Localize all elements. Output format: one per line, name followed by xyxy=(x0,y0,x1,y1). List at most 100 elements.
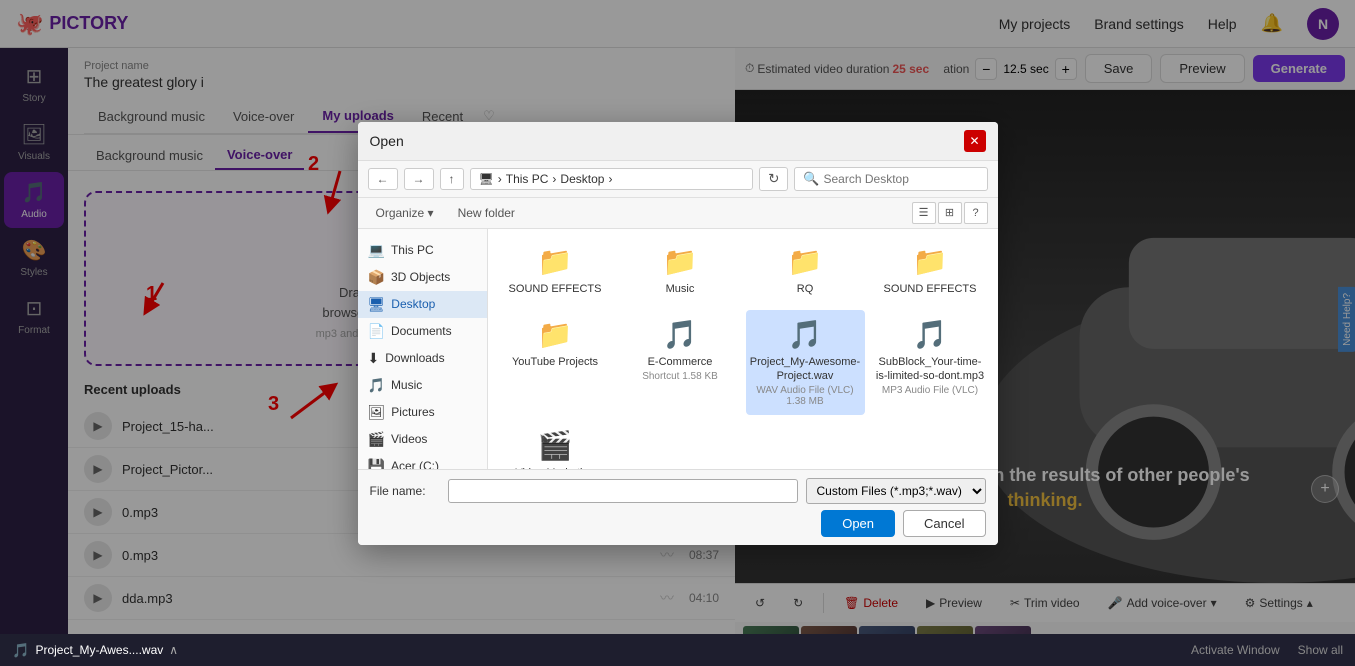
breadcrumb-sep2: › xyxy=(552,172,556,186)
file-name-rq: RQ xyxy=(797,282,814,296)
file-name-subblock: SubBlock_Your-time-is-limited-so-dont.mp… xyxy=(875,355,986,384)
file-item-project-wav[interactable]: 🎵 Project_My-Awesome-Project.wav WAV Aud… xyxy=(746,310,865,416)
acerc-icon: 💾 xyxy=(368,458,385,469)
dialog-overlay: Open ✕ ← → ↑ 🖥 › This PC › Desktop › ↻ 🔍 xyxy=(0,0,1355,666)
file-meta-subblock: MP3 Audio File (VLC) xyxy=(882,385,978,396)
audio-icon-3: 🎵 xyxy=(913,318,948,351)
thispc-icon: 💻 xyxy=(368,242,385,259)
back-button[interactable]: ← xyxy=(368,168,398,190)
desktop-label: Desktop xyxy=(391,297,435,311)
3dobjects-icon: 📦 xyxy=(368,269,385,286)
dialog-options-row: Organize ▾ New folder ☰ ⊞ ? xyxy=(358,198,998,229)
sidebar-thispc[interactable]: 💻 This PC xyxy=(358,237,487,264)
documents-icon: 📄 xyxy=(368,323,385,340)
folder-icon: 📁 xyxy=(538,245,573,278)
dialog-titlebar: Open ✕ xyxy=(358,122,998,161)
dialog-cancel-button[interactable]: Cancel xyxy=(903,510,985,537)
file-item-subblock[interactable]: 🎵 SubBlock_Your-time-is-limited-so-dont.… xyxy=(871,310,990,416)
file-item-soundeffects2[interactable]: 📁 SOUND EFFECTS xyxy=(871,237,990,304)
videos-icon: 🎬 xyxy=(368,431,385,448)
folder-icon-2: 📁 xyxy=(663,245,698,278)
grid-view-button[interactable]: ⊞ xyxy=(938,202,962,224)
file-name-soundeffects2: SOUND EFFECTS xyxy=(884,282,977,296)
file-meta-ecommerce: Shortcut 1.58 KB xyxy=(642,371,718,382)
music-icon: 🎵 xyxy=(368,377,385,394)
search-icon: 🔍 xyxy=(803,171,819,187)
files-grid: 📁 SOUND EFFECTS 📁 Music 📁 RQ 📁 SOUND EFF… xyxy=(488,229,998,469)
forward-button[interactable]: → xyxy=(404,168,434,190)
breadcrumb-icon: 🖥 xyxy=(479,172,494,186)
filename-row: File name: Custom Files (*.mp3;*.wav) xyxy=(370,478,986,504)
help-button[interactable]: ? xyxy=(964,202,988,224)
status-chevron: ∧ xyxy=(169,643,178,657)
file-item-rq[interactable]: 📁 RQ xyxy=(746,237,865,304)
breadcrumb: 🖥 › This PC › Desktop › xyxy=(470,168,754,190)
pictures-label: Pictures xyxy=(391,405,434,419)
file-item-music[interactable]: 📁 Music xyxy=(621,237,740,304)
breadcrumb-sep3: › xyxy=(608,172,612,186)
acerc-label: Acer (C:) xyxy=(391,459,439,469)
audio-icon-1: 🎵 xyxy=(663,318,698,351)
file-item-videomarketing[interactable]: 🎬 Video Marketing Shortcut 1.53 KB xyxy=(496,421,615,468)
file-item-ecommerce[interactable]: 🎵 E-Commerce Shortcut 1.58 KB xyxy=(621,310,740,416)
file-name-project-wav: Project_My-Awesome-Project.wav xyxy=(750,355,861,384)
sidebar-pictures[interactable]: 🖼 Pictures xyxy=(358,399,487,426)
dialog-open-button[interactable]: Open xyxy=(821,510,895,537)
sidebar-3dobjects[interactable]: 📦 3D Objects xyxy=(358,264,487,291)
folder-icon-4: 📁 xyxy=(913,245,948,278)
sidebar-documents[interactable]: 📄 Documents xyxy=(358,318,487,345)
audio-icon-2: 🎵 xyxy=(788,318,823,351)
video-icon-1: 🎬 xyxy=(538,429,573,462)
search-box: 🔍 xyxy=(794,167,987,191)
file-name-music: Music xyxy=(666,282,695,296)
view-buttons: ☰ ⊞ ? xyxy=(912,202,988,224)
folder-icon-5: 📁 xyxy=(538,318,573,351)
file-name-videomarketing: Video Marketing xyxy=(515,466,594,468)
dialog-body: 💻 This PC 📦 3D Objects 🖥 Desktop 📄 Docum… xyxy=(358,229,998,469)
dialog-title: Open xyxy=(370,133,404,149)
folder-icon-3: 📁 xyxy=(788,245,823,278)
status-file-info: 🎵 Project_My-Awes....wav ∧ xyxy=(12,642,178,659)
sidebar-videos[interactable]: 🎬 Videos xyxy=(358,426,487,453)
videos-label: Videos xyxy=(391,432,427,446)
filename-input[interactable] xyxy=(448,479,798,503)
file-item-soundeffects[interactable]: 📁 SOUND EFFECTS xyxy=(496,237,615,304)
statusbar: 🎵 Project_My-Awes....wav ∧ Activate Wind… xyxy=(0,634,1355,666)
3dobjects-label: 3D Objects xyxy=(391,270,450,284)
dialog-toolbar: ← → ↑ 🖥 › This PC › Desktop › ↻ 🔍 xyxy=(358,161,998,198)
status-file-icon: 🎵 xyxy=(12,642,29,659)
sidebar-downloads[interactable]: ⬇ Downloads xyxy=(358,345,487,372)
sidebar-music[interactable]: 🎵 Music xyxy=(358,372,487,399)
organize-button[interactable]: Organize ▾ xyxy=(368,204,442,222)
breadcrumb-sep: › xyxy=(498,172,502,186)
music-label: Music xyxy=(391,378,422,392)
file-item-youtube[interactable]: 📁 YouTube Projects xyxy=(496,310,615,416)
thispc-label: This PC xyxy=(391,243,434,257)
status-filename: Project_My-Awes....wav xyxy=(35,643,163,657)
breadcrumb-thispc[interactable]: This PC xyxy=(506,172,549,186)
file-name-soundeffects: SOUND EFFECTS xyxy=(509,282,602,296)
file-dialog: Open ✕ ← → ↑ 🖥 › This PC › Desktop › ↻ 🔍 xyxy=(358,122,998,545)
pictures-icon: 🖼 xyxy=(368,404,386,421)
filetype-select[interactable]: Custom Files (*.mp3;*.wav) xyxy=(806,478,986,504)
status-right: Activate Window xyxy=(1191,643,1280,657)
refresh-button[interactable]: ↻ xyxy=(759,167,788,191)
dialog-close-button[interactable]: ✕ xyxy=(964,130,986,152)
breadcrumb-desktop[interactable]: Desktop xyxy=(560,172,604,186)
sidebar-acerc[interactable]: 💾 Acer (C:) xyxy=(358,453,487,469)
file-name-ecommerce: E-Commerce xyxy=(648,355,713,369)
list-view-button[interactable]: ☰ xyxy=(912,202,936,224)
filename-label: File name: xyxy=(370,484,440,498)
dialog-action-row: Open Cancel xyxy=(370,510,986,537)
downloads-icon: ⬇ xyxy=(368,350,380,367)
file-meta-project-wav: WAV Audio File (VLC) 1.38 MB xyxy=(750,385,861,407)
documents-label: Documents xyxy=(391,324,452,338)
dialog-footer: File name: Custom Files (*.mp3;*.wav) Op… xyxy=(358,469,998,545)
new-folder-button[interactable]: New folder xyxy=(450,204,523,222)
show-all-button[interactable]: Show all xyxy=(1298,643,1343,657)
search-input[interactable] xyxy=(824,172,979,186)
dialog-sidebar: 💻 This PC 📦 3D Objects 🖥 Desktop 📄 Docum… xyxy=(358,229,488,469)
sidebar-desktop[interactable]: 🖥 Desktop xyxy=(358,291,487,318)
desktop-icon: 🖥 xyxy=(368,296,386,313)
up-button[interactable]: ↑ xyxy=(440,168,464,190)
